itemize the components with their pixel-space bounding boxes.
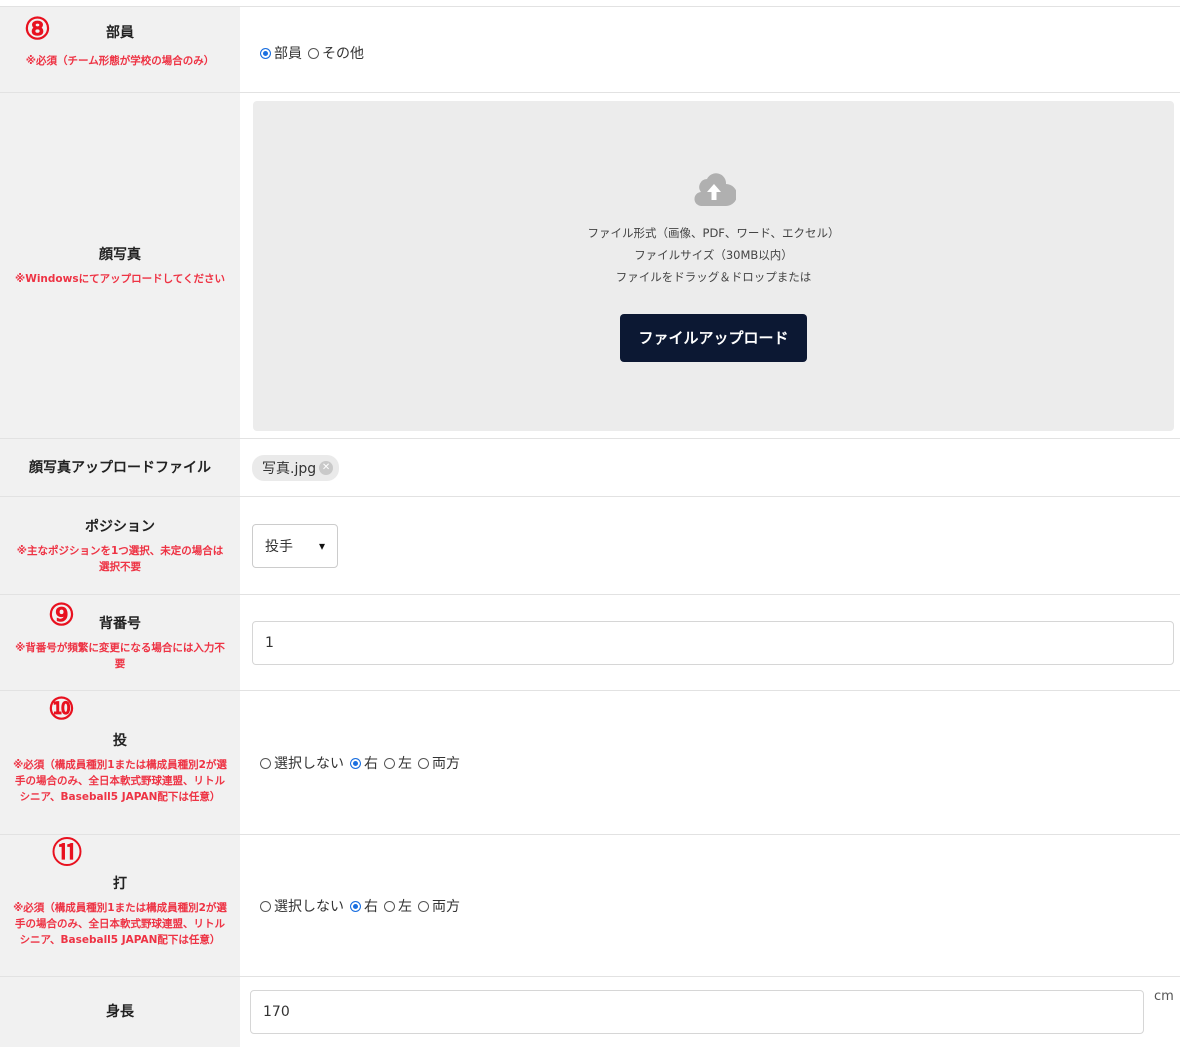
value-cell-height: 170	[240, 977, 1180, 1047]
radio-dot[interactable]	[384, 757, 395, 769]
radio-dot[interactable]	[418, 757, 429, 769]
radio-dot[interactable]	[260, 900, 271, 912]
label-cell-photo: 顔写真 ※Windowsにてアップロードしてください	[0, 93, 240, 439]
uploaded-file-name: 写真.jpg	[262, 461, 317, 477]
radio-label: 両方	[432, 756, 460, 772]
radio-member-bu[interactable]: 部員	[260, 43, 302, 63]
radio-label: 選択しない	[274, 756, 344, 772]
file-upload-button[interactable]: ファイルアップロード	[620, 314, 807, 362]
remove-file-icon[interactable]: ✕	[319, 461, 334, 475]
radio-throw-right[interactable]: 右	[350, 753, 378, 773]
player-form: 部員 ※必須（チーム形態が学校の場合のみ） ⑧ 部員 その他 顔写真 ※Wind…	[0, 0, 1180, 1047]
height-input[interactable]: 170	[250, 990, 1144, 1034]
uniform-number-input[interactable]: 1	[252, 621, 1174, 665]
label-throw: 投	[113, 733, 127, 749]
upload-format-text: ファイル形式（画像、PDF、ワード、エクセル）	[587, 226, 840, 240]
radio-throw-both[interactable]: 両方	[418, 753, 460, 773]
upload-size-text: ファイルサイズ（30MB以内）	[634, 248, 793, 262]
label-number: 背番号	[99, 616, 141, 632]
radio-label: その他	[322, 46, 364, 62]
radio-group-bat: 選択しない 右 左 両方	[260, 896, 466, 916]
value-cell-member: 部員 その他	[240, 7, 1180, 93]
label-cell-number: 背番号 ※背番号が頻繁に変更になる場合には入力不要	[0, 595, 240, 691]
radio-bat-both[interactable]: 両方	[418, 896, 460, 916]
note-photo: ※Windowsにてアップロードしてください	[15, 273, 225, 285]
radio-dot[interactable]	[260, 757, 271, 769]
marker-8: ⑧	[24, 12, 51, 47]
marker-9: ⑨	[48, 598, 75, 633]
label-position: ポジション	[85, 519, 155, 535]
row-photo-file: 顔写真アップロードファイル 写真.jpg ✕	[0, 438, 1180, 497]
label-bat: 打	[113, 876, 127, 892]
note-number: ※背番号が頻繁に変更になる場合には入力不要	[15, 642, 225, 670]
radio-label: 両方	[432, 899, 460, 915]
radio-label: 左	[398, 756, 412, 772]
marker-11: ⑪	[52, 836, 82, 871]
note-bat: ※必須（構成員種別1または構成員種別2が選手の場合のみ、全日本軟式野球連盟、リト…	[13, 902, 227, 946]
radio-group-throw: 選択しない 右 左 両方	[260, 753, 466, 773]
label-photo: 顔写真	[99, 247, 141, 263]
row-throw: 投 ※必須（構成員種別1または構成員種別2が選手の場合のみ、全日本軟式野球連盟、…	[0, 690, 1180, 835]
radio-bat-left[interactable]: 左	[384, 896, 412, 916]
upload-dropzone[interactable]: ファイル形式（画像、PDF、ワード、エクセル） ファイルサイズ（30MB以内） …	[253, 101, 1174, 431]
value-cell-photo-file: 写真.jpg ✕	[240, 439, 1180, 497]
value-cell-position: 投手 ▾	[240, 497, 1180, 595]
label-cell-position: ポジション ※主なポジションを1つ選択、未定の場合は選択不要	[0, 497, 240, 595]
label-cell-photo-file: 顔写真アップロードファイル	[0, 439, 240, 497]
value-cell-number: 1	[240, 595, 1180, 691]
label-cell-throw: 投 ※必須（構成員種別1または構成員種別2が選手の場合のみ、全日本軟式野球連盟、…	[0, 691, 240, 835]
radio-label: 部員	[274, 46, 302, 62]
radio-throw-left[interactable]: 左	[384, 753, 412, 773]
radio-dot-checked[interactable]	[350, 900, 361, 912]
row-number: 背番号 ※背番号が頻繁に変更になる場合には入力不要 ⑨ 1	[0, 594, 1180, 691]
upload-drag-text: ファイルをドラッグ＆ドロップまたは	[615, 270, 812, 284]
radio-member-other[interactable]: その他	[308, 43, 364, 63]
position-select[interactable]: 投手 ▾	[252, 524, 338, 568]
radio-label: 選択しない	[274, 899, 344, 915]
note-position: ※主なポジションを1つ選択、未定の場合は選択不要	[16, 545, 224, 573]
height-unit: cm	[1154, 989, 1174, 1004]
label-cell-bat: 打 ※必須（構成員種別1または構成員種別2が選手の場合のみ、全日本軟式野球連盟、…	[0, 835, 240, 977]
row-member: 部員 ※必須（チーム形態が学校の場合のみ） ⑧ 部員 その他	[0, 6, 1180, 93]
radio-dot[interactable]	[384, 900, 395, 912]
radio-bat-right[interactable]: 右	[350, 896, 378, 916]
label-member: 部員	[106, 25, 134, 41]
value-cell-bat: 選択しない 右 左 両方	[240, 835, 1180, 977]
chevron-down-icon: ▾	[318, 539, 325, 553]
uploaded-file-chip: 写真.jpg ✕	[252, 455, 340, 481]
label-photo-file: 顔写真アップロードファイル	[29, 460, 211, 476]
value-cell-throw: 選択しない 右 左 両方	[240, 691, 1180, 835]
row-photo: 顔写真 ※Windowsにてアップロードしてください ファイル形式（画像、PDF…	[0, 92, 1180, 439]
radio-dot[interactable]	[418, 900, 429, 912]
radio-bat-none[interactable]: 選択しない	[260, 896, 344, 916]
radio-label: 右	[364, 899, 378, 915]
radio-group-member: 部員 その他	[260, 43, 370, 63]
cloud-upload-icon	[694, 173, 736, 206]
row-height: 身長 170 cm	[0, 976, 1180, 1047]
radio-label: 左	[398, 899, 412, 915]
radio-label: 右	[364, 756, 378, 772]
radio-dot[interactable]	[308, 47, 319, 59]
marker-10: ⑩	[48, 692, 75, 727]
radio-throw-none[interactable]: 選択しない	[260, 753, 344, 773]
radio-dot-checked[interactable]	[350, 757, 361, 769]
row-bat: 打 ※必須（構成員種別1または構成員種別2が選手の場合のみ、全日本軟式野球連盟、…	[0, 834, 1180, 977]
note-throw: ※必須（構成員種別1または構成員種別2が選手の場合のみ、全日本軟式野球連盟、リト…	[13, 759, 227, 803]
note-member: ※必須（チーム形態が学校の場合のみ）	[25, 55, 215, 67]
position-selected-value: 投手	[265, 539, 293, 555]
row-position: ポジション ※主なポジションを1つ選択、未定の場合は選択不要 投手 ▾	[0, 496, 1180, 595]
label-height: 身長	[106, 1004, 134, 1020]
label-cell-height: 身長	[0, 977, 240, 1047]
radio-dot-checked[interactable]	[260, 47, 271, 59]
